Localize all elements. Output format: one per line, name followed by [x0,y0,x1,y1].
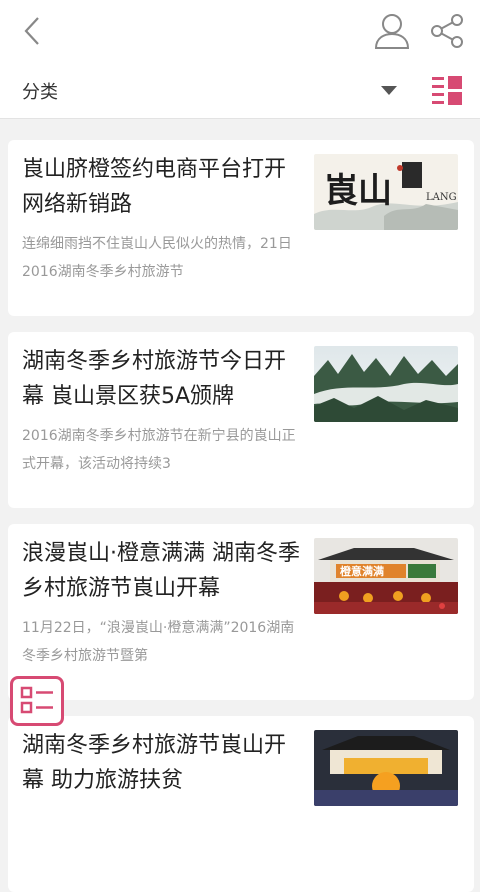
list-layout-icon[interactable] [430,74,464,108]
article-thumbnail [314,346,458,422]
share-icon[interactable] [428,12,466,50]
article-title: 湖南冬季乡村旅游节今日开幕 崀山景区获5A颁牌 [22,349,287,409]
category-label[interactable]: 分类 [22,78,58,104]
article-card[interactable]: 崀山脐橙签约电商平台打开网络新销路 连绵细雨挡不住崀山人民似火的热情，21日20… [8,140,474,316]
article-summary: 连绵细雨挡不住崀山人民似火的热情，21日2016湖南冬季乡村旅游节 [22,236,292,280]
menu-list-icon [20,686,53,714]
article-summary: 11月22日，“浪漫崀山·橙意满满”2016湖南冬季乡村旅游节暨第 [22,620,295,664]
dropdown-arrow-icon[interactable] [380,84,398,96]
article-card[interactable]: 湖南冬季乡村旅游节今日开幕 崀山景区获5A颁牌 2016湖南冬季乡村旅游节在新宁… [8,332,474,508]
svg-text:LANG: LANG [426,192,457,203]
article-thumbnail: 橙意满满 [314,538,458,614]
article-thumbnail [314,730,458,806]
article-card[interactable]: 浪漫崀山·橙意满满 湖南冬季乡村旅游节崀山开幕 11月22日，“浪漫崀山·橙意满… [8,524,474,700]
article-thumbnail: 崀山 LANG [314,154,458,230]
svg-text:橙意满满: 橙意满满 [340,564,384,578]
back-arrow-icon[interactable] [16,14,50,48]
user-icon[interactable] [372,12,412,50]
article-card[interactable]: 湖南冬季乡村旅游节崀山开幕 助力旅游扶贫 [8,716,474,892]
article-title: 浪漫崀山·橙意满满 湖南冬季乡村旅游节崀山开幕 [22,541,300,601]
article-summary: 2016湖南冬季乡村旅游节在新宁县的崀山正式开幕，该活动将持续3 [22,428,296,472]
floating-menu-button[interactable] [10,676,64,726]
article-summary [22,806,304,862]
article-title: 崀山脐橙签约电商平台打开网络新销路 [22,157,287,217]
top-bar [0,0,480,63]
svg-text:崀山: 崀山 [324,171,392,211]
category-filter-bar: 分类 [0,62,480,119]
article-title: 湖南冬季乡村旅游节崀山开幕 助力旅游扶贫 [22,733,287,793]
